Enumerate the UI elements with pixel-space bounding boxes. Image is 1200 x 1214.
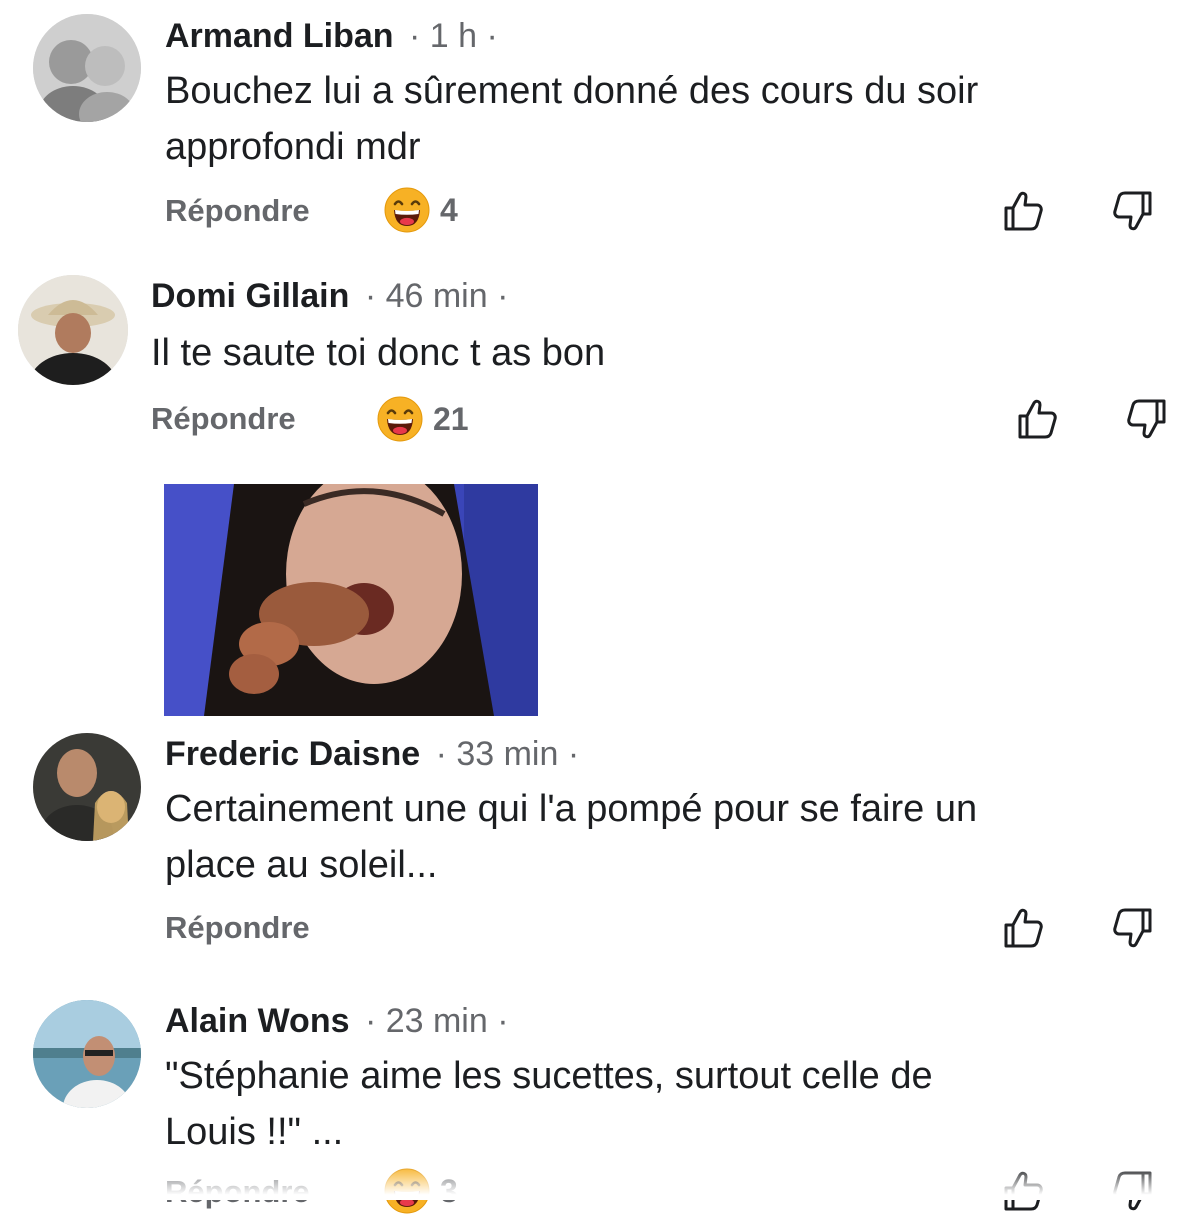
- thumbs-up-icon[interactable]: [1014, 396, 1060, 442]
- laughing-emoji-icon: [377, 396, 423, 442]
- timestamp: · 33 min ·: [435, 735, 580, 773]
- comment-text: Certainement une qui l'a pompé pour se f…: [165, 788, 978, 830]
- gif-attachment[interactable]: [164, 484, 538, 716]
- author-name[interactable]: Armand Liban: [165, 17, 394, 55]
- laughing-emoji-icon: [384, 187, 430, 233]
- reply-button[interactable]: Répondre: [151, 401, 296, 437]
- reaction-summary[interactable]: 4: [384, 187, 458, 233]
- comment-header: Armand Liban · 1 h ·: [165, 17, 498, 56]
- thumbs-up-icon[interactable]: [1000, 905, 1046, 951]
- reply-button[interactable]: Répondre: [165, 910, 310, 946]
- author-name[interactable]: Domi Gillain: [151, 277, 349, 315]
- avatar[interactable]: [18, 275, 128, 385]
- avatar[interactable]: [33, 733, 141, 841]
- reply-button[interactable]: Répondre: [165, 193, 310, 229]
- thumbs-down-icon[interactable]: [1110, 188, 1156, 234]
- timestamp: · 1 h ·: [409, 17, 498, 55]
- bottom-fade: [0, 1165, 1200, 1200]
- thumbs-up-icon[interactable]: [1000, 188, 1046, 234]
- comment-text: "Stéphanie aime les sucettes, surtout ce…: [165, 1055, 933, 1097]
- reaction-count: 4: [440, 191, 458, 228]
- avatar[interactable]: [33, 14, 141, 122]
- timestamp: · 46 min ·: [364, 277, 509, 315]
- comment-text: place au soleil...: [165, 844, 438, 886]
- timestamp: · 23 min ·: [364, 1002, 509, 1040]
- author-name[interactable]: Alain Wons: [165, 1002, 350, 1040]
- author-name[interactable]: Frederic Daisne: [165, 735, 420, 773]
- thumbs-down-icon[interactable]: [1124, 396, 1170, 442]
- reaction-summary[interactable]: 21: [377, 396, 469, 442]
- comment-text: Louis !!" ...: [165, 1111, 344, 1153]
- comment-text: Il te saute toi donc t as bon: [151, 332, 606, 374]
- avatar[interactable]: [33, 1000, 141, 1108]
- comment-text: approfondi mdr: [165, 126, 421, 168]
- thumbs-down-icon[interactable]: [1110, 905, 1156, 951]
- comment-header: Domi Gillain · 46 min ·: [151, 277, 508, 316]
- comment-header: Alain Wons · 23 min ·: [165, 1002, 509, 1041]
- comment-header: Frederic Daisne · 33 min ·: [165, 735, 579, 774]
- reaction-count: 21: [433, 400, 469, 437]
- comment-text: Bouchez lui a sûrement donné des cours d…: [165, 70, 979, 112]
